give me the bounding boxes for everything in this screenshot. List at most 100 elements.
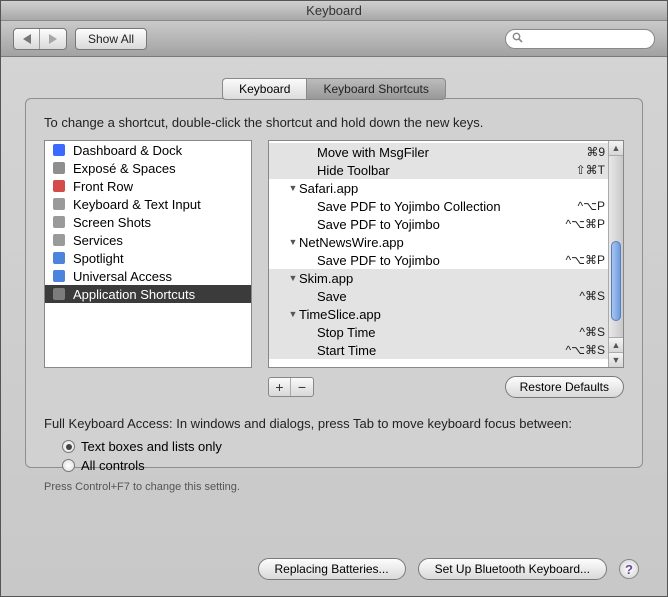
remove-button[interactable]: −: [291, 378, 313, 396]
sidebar-item[interactable]: Spotlight: [45, 249, 251, 267]
tree-label: Save PDF to Yojimbo: [317, 217, 566, 232]
tree-label: Stop Time: [317, 325, 579, 340]
sidebar-item[interactable]: Services: [45, 231, 251, 249]
sidebar-item[interactable]: Universal Access: [45, 267, 251, 285]
disclosure-triangle-icon[interactable]: ▼: [287, 183, 299, 193]
screenshot-icon: [51, 214, 67, 230]
add-remove: + −: [268, 377, 314, 397]
disclosure-triangle-icon[interactable]: ▼: [287, 309, 299, 319]
replacing-batteries-button[interactable]: Replacing Batteries...: [258, 558, 406, 580]
disclosure-triangle-icon[interactable]: ▼: [287, 273, 299, 283]
scroll-thumb[interactable]: [611, 241, 621, 321]
sidebar-item-label: Universal Access: [73, 269, 172, 284]
tree-label: Save PDF to Yojimbo: [317, 253, 566, 268]
sidebar-item-label: Keyboard & Text Input: [73, 197, 201, 212]
window-titlebar: Keyboard: [1, 1, 667, 21]
shortcut-text: ^⌘S: [579, 289, 605, 303]
tree-label: TimeSlice.app: [299, 307, 605, 322]
tree-label: Hide Toolbar: [317, 163, 576, 178]
tree-item[interactable]: Hide Toolbar⇧⌘T: [269, 161, 623, 179]
sidebar-item[interactable]: Dashboard & Dock: [45, 141, 251, 159]
scroll-up-arrow[interactable]: ▲: [609, 141, 623, 156]
shortcut-tree[interactable]: Move with MsgFiler⌘9Hide Toolbar⇧⌘T▼Safa…: [268, 140, 624, 368]
sidebar-item-label: Application Shortcuts: [73, 287, 195, 302]
add-button[interactable]: +: [269, 378, 291, 396]
appshortcuts-icon: [51, 286, 67, 302]
keyboard-icon: [51, 196, 67, 212]
shortcut-text: ^⌥⌘P: [566, 217, 605, 231]
scroll-down-arrow[interactable]: ▼: [609, 352, 623, 367]
expose-icon: [51, 160, 67, 176]
radio-dot-icon: [62, 459, 75, 472]
tree-item[interactable]: Save PDF to Yojimbo Collection^⌥P: [269, 197, 623, 215]
frontrow-icon: [51, 178, 67, 194]
tree-group[interactable]: ▼Skim.app: [269, 269, 623, 287]
tree-item[interactable]: Save^⌘S: [269, 287, 623, 305]
shortcut-text: ⇧⌘T: [576, 163, 605, 177]
sidebar-item-label: Services: [73, 233, 123, 248]
tree-label: NetNewsWire.app: [299, 235, 605, 250]
bluetooth-keyboard-button[interactable]: Set Up Bluetooth Keyboard...: [418, 558, 607, 580]
tree-label: Move with MsgFiler: [317, 145, 586, 160]
forward-button[interactable]: [40, 29, 66, 49]
shortcuts-panel: To change a shortcut, double-click the s…: [25, 98, 643, 468]
dashboard-icon: [51, 142, 67, 158]
radio-allcontrols[interactable]: All controls: [62, 456, 624, 475]
shortcut-text: ⌘9: [586, 145, 605, 159]
search-field[interactable]: [505, 29, 655, 49]
tab-bar: Keyboard Keyboard Shortcuts: [25, 77, 643, 99]
tree-label: Safari.app: [299, 181, 605, 196]
fka-radio-group: Text boxes and lists only All controls: [62, 437, 624, 475]
below-controls: + − Restore Defaults: [44, 376, 624, 398]
tree-label: Save: [317, 289, 579, 304]
tree-group[interactable]: ▼Safari.app: [269, 179, 623, 197]
scrollbar[interactable]: ▲ ▲ ▼: [608, 141, 623, 367]
tree-label: Start Time: [317, 343, 566, 358]
nav-back-forward: [13, 28, 67, 50]
search-input[interactable]: [527, 33, 668, 45]
tab-keyboard[interactable]: Keyboard: [222, 78, 306, 100]
sidebar-item[interactable]: Exposé & Spaces: [45, 159, 251, 177]
sidebar-item[interactable]: Keyboard & Text Input: [45, 195, 251, 213]
sidebar-item[interactable]: Screen Shots: [45, 213, 251, 231]
universal-icon: [51, 268, 67, 284]
sidebar-item-label: Front Row: [73, 179, 133, 194]
tree-group[interactable]: ▼NetNewsWire.app: [269, 233, 623, 251]
tree-label: Save PDF to Yojimbo Collection: [317, 199, 578, 214]
tree-item[interactable]: Save PDF to Yojimbo^⌥⌘P: [269, 251, 623, 269]
category-list[interactable]: Dashboard & DockExposé & Spaces Front Row…: [44, 140, 252, 368]
scroll-up2-arrow[interactable]: ▲: [609, 337, 623, 352]
triangle-left-icon: [23, 34, 31, 44]
sidebar-item-label: Dashboard & Dock: [73, 143, 182, 158]
fka-hint: Press Control+F7 to change this setting.: [44, 481, 624, 493]
back-button[interactable]: [14, 29, 40, 49]
sidebar-item-label: Screen Shots: [73, 215, 151, 230]
search-icon: [512, 32, 523, 46]
tree-item[interactable]: Move with MsgFiler⌘9: [269, 143, 623, 161]
sidebar-item-label: Spotlight: [73, 251, 124, 266]
show-all-button[interactable]: Show All: [75, 28, 147, 50]
disclosure-triangle-icon[interactable]: ▼: [287, 237, 299, 247]
content-area: Keyboard Keyboard Shortcuts To change a …: [1, 57, 667, 596]
sidebar-item[interactable]: Front Row: [45, 177, 251, 195]
tab-keyboard-shortcuts[interactable]: Keyboard Shortcuts: [306, 78, 445, 100]
triangle-right-icon: [49, 34, 57, 44]
fka-heading: Full Keyboard Access: In windows and dia…: [44, 416, 624, 431]
preferences-window: Keyboard Show All Keyboard Keyb: [0, 0, 668, 597]
radio-dot-icon: [62, 440, 75, 453]
help-button[interactable]: ?: [619, 559, 639, 579]
tree-label: Skim.app: [299, 271, 605, 286]
tree-group[interactable]: ▼TimeSlice.app: [269, 305, 623, 323]
footer-buttons: Replacing Batteries... Set Up Bluetooth …: [1, 558, 667, 580]
radio-textboxes[interactable]: Text boxes and lists only: [62, 437, 624, 456]
instruction-text: To change a shortcut, double-click the s…: [44, 115, 624, 130]
tree-item[interactable]: Start Time^⌥⌘S: [269, 341, 623, 359]
shortcut-text: ^⌥P: [578, 199, 605, 213]
restore-defaults-button[interactable]: Restore Defaults: [505, 376, 624, 398]
tree-item[interactable]: Save PDF to Yojimbo^⌥⌘P: [269, 215, 623, 233]
tree-item[interactable]: Stop Time^⌘S: [269, 323, 623, 341]
sidebar-item[interactable]: Application Shortcuts: [45, 285, 251, 303]
toolbar: Show All: [1, 21, 667, 57]
window-title: Keyboard: [306, 3, 362, 18]
spotlight-icon: [51, 250, 67, 266]
